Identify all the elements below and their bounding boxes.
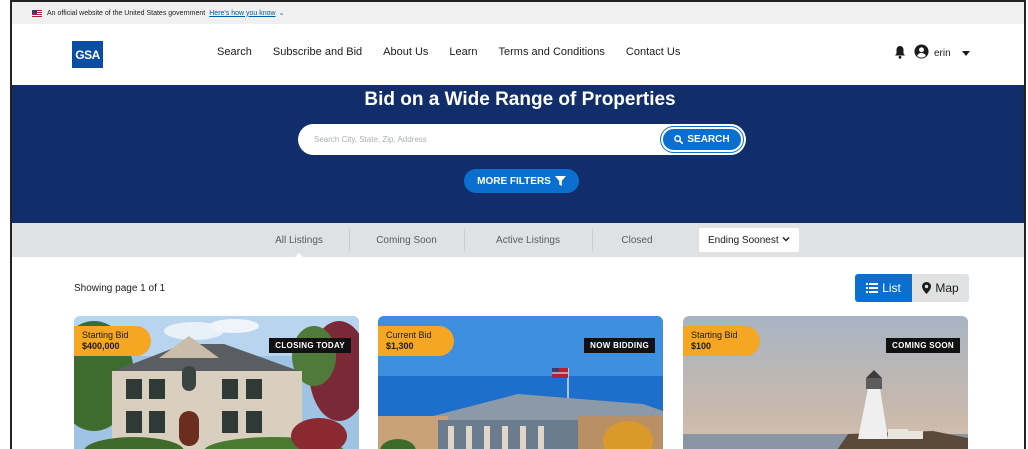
gov-banner: An official website of the United States… bbox=[12, 2, 1024, 24]
hero-title: Bid on a Wide Range of Properties bbox=[364, 89, 676, 110]
search-input[interactable] bbox=[314, 124, 644, 155]
filter-icon bbox=[554, 176, 566, 186]
bid-amount: $1,300 bbox=[386, 341, 414, 351]
main-nav: Search Subscribe and Bid About Us Learn … bbox=[217, 46, 701, 58]
listing-tabs: All Listings Coming Soon Active Listings… bbox=[12, 223, 1024, 257]
bid-pill: Current Bid $1,300 bbox=[378, 326, 454, 356]
nav-terms-and-conditions[interactable]: Terms and Conditions bbox=[499, 46, 605, 58]
list-icon bbox=[866, 283, 879, 293]
us-flag-icon bbox=[32, 9, 42, 17]
map-view-label: Map bbox=[935, 281, 959, 295]
nav-search[interactable]: Search bbox=[217, 46, 252, 58]
view-toggle: List Map bbox=[855, 274, 969, 302]
bid-pill: Starting Bid $100 bbox=[683, 326, 760, 356]
more-filters-label: MORE FILTERS bbox=[477, 175, 551, 187]
nav-learn[interactable]: Learn bbox=[449, 46, 477, 58]
user-name[interactable]: erin bbox=[934, 48, 951, 59]
listing-card[interactable]: Starting Bid $400,000 CLOSING TODAY bbox=[74, 316, 359, 449]
active-tab-indicator bbox=[295, 253, 303, 257]
tab-all-listings[interactable]: All Listings bbox=[249, 223, 349, 257]
list-view-button[interactable]: List bbox=[855, 274, 912, 302]
map-marker-icon bbox=[922, 282, 932, 294]
search-bar: SEARCH bbox=[298, 124, 746, 155]
browser-frame: An official website of the United States… bbox=[10, 0, 1026, 449]
bid-amount: $100 bbox=[691, 341, 712, 351]
map-view-button[interactable]: Map bbox=[912, 274, 969, 302]
gov-banner-link[interactable]: Here's how you know bbox=[209, 10, 275, 17]
listing-card[interactable]: Current Bid $1,300 NOW BIDDING bbox=[378, 316, 663, 449]
status-badge: CLOSING TODAY bbox=[269, 338, 351, 353]
search-button-label: SEARCH bbox=[687, 134, 730, 145]
search-button[interactable]: SEARCH bbox=[661, 127, 743, 152]
hero-banner: Bid on a Wide Range of Properties SEARCH… bbox=[12, 85, 1024, 223]
bid-pill: Starting Bid $400,000 bbox=[74, 326, 151, 356]
nav-contact-us[interactable]: Contact Us bbox=[626, 46, 680, 58]
sort-selected-value: Ending Soonest bbox=[708, 234, 779, 246]
bid-label: Current Bid bbox=[386, 330, 432, 340]
bid-label: Starting Bid bbox=[691, 330, 738, 340]
site-header: GSA Search Subscribe and Bid About Us Le… bbox=[12, 24, 1024, 85]
page-count-text: Showing page 1 of 1 bbox=[74, 283, 166, 294]
bid-amount: $400,000 bbox=[82, 341, 120, 351]
gov-banner-text: An official website of the United States… bbox=[47, 9, 206, 17]
list-view-label: List bbox=[882, 281, 901, 295]
chevron-down-icon[interactable]: ⌄ bbox=[279, 9, 285, 17]
more-filters-button[interactable]: MORE FILTERS bbox=[464, 169, 579, 193]
bid-label: Starting Bid bbox=[82, 330, 129, 340]
chevron-down-icon bbox=[782, 237, 790, 242]
gsa-logo[interactable]: GSA bbox=[72, 41, 103, 68]
tab-active-listings[interactable]: Active Listings bbox=[464, 223, 592, 257]
user-circle-icon[interactable] bbox=[914, 44, 929, 59]
sort-select[interactable]: Ending Soonest bbox=[699, 228, 799, 252]
bell-icon[interactable] bbox=[894, 45, 906, 59]
tab-closed[interactable]: Closed bbox=[592, 223, 682, 257]
listing-card[interactable]: Starting Bid $100 COMING SOON bbox=[683, 316, 968, 449]
search-icon bbox=[674, 135, 684, 144]
nav-about-us[interactable]: About Us bbox=[383, 46, 428, 58]
caret-down-icon[interactable] bbox=[962, 51, 970, 56]
tab-coming-soon[interactable]: Coming Soon bbox=[349, 223, 464, 257]
nav-subscribe-and-bid[interactable]: Subscribe and Bid bbox=[273, 46, 362, 58]
status-badge: NOW BIDDING bbox=[584, 338, 655, 353]
status-badge: COMING SOON bbox=[886, 338, 960, 353]
